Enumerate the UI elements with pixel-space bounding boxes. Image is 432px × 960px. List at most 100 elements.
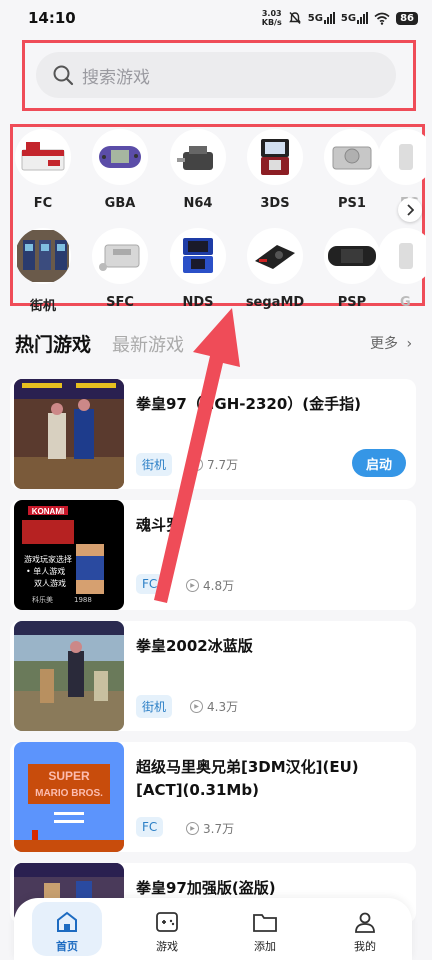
nds-icon	[183, 238, 213, 273]
tab-new-games[interactable]: 最新游戏	[112, 331, 184, 357]
console-partial-icon	[399, 144, 413, 170]
thumb-year: 1988	[74, 596, 92, 604]
platform-tag: FC	[136, 817, 164, 837]
thumb-publisher: 科乐美	[32, 595, 53, 604]
console-label: G	[400, 295, 411, 310]
game-card[interactable]: KONAMI 游戏玩家选择 • 单人游戏 双人游戏 科乐美 1988 魂斗罗 FC ▶ 4.…	[10, 500, 416, 610]
thumb-menu-text: 游戏玩家选择	[24, 554, 72, 564]
sfc-icon	[99, 244, 140, 271]
gba-icon	[99, 146, 141, 168]
status-icons: 3.03 KB/s 5G 5G 86	[262, 9, 418, 27]
net-speed: 3.03 KB/s	[262, 9, 282, 27]
play-count-value: 4.8万	[203, 579, 235, 593]
console-label: segaMD	[245, 295, 305, 310]
3ds-icon	[261, 139, 289, 175]
game-title: 魂斗罗	[136, 516, 182, 534]
game-title: 拳皇97加强版(盗版)	[136, 879, 276, 897]
search-icon	[53, 65, 74, 86]
play-count-value: 4.3万	[207, 700, 239, 714]
status-time: 14:10	[28, 9, 76, 27]
nav-label: 添加	[254, 940, 276, 953]
console-label: N64	[183, 196, 213, 211]
more-label: 更多	[370, 336, 398, 352]
console-gba[interactable]: GBA	[79, 129, 161, 211]
console-label: GBA	[104, 196, 136, 211]
play-count: ▶ 3.7万	[186, 820, 234, 837]
console-label: FC	[33, 196, 53, 211]
game-card[interactable]: SUPER MARIO BROS. 超级马里奥兄弟[3DM汉化](EU)[ACT]…	[10, 742, 416, 852]
game-title: 拳皇97（NGH-2320）(金手指)	[136, 395, 361, 413]
console-label: 3DS	[260, 196, 290, 211]
net-speed-unit: KB/s	[261, 18, 282, 27]
game-card[interactable]: 拳皇97（NGH-2320）(金手指) 街机 ▶ 7.7万 启动	[10, 379, 416, 489]
nav-profile[interactable]: 我的	[330, 898, 400, 960]
console-partial-2[interactable]: G	[378, 228, 426, 310]
wifi-icon	[374, 12, 390, 25]
console-next-button[interactable]	[398, 198, 422, 222]
game-thumbnail: KONAMI 游戏玩家选择 • 单人游戏 双人游戏 科乐美 1988	[14, 500, 124, 610]
console-n64[interactable]: N64	[157, 129, 239, 211]
nav-label: 游戏	[156, 940, 178, 953]
chevron-right-icon	[407, 204, 414, 216]
mute-bell-icon	[288, 12, 301, 24]
ps1-icon	[332, 146, 372, 170]
play-count-value: 3.7万	[203, 822, 235, 836]
famicom-icon	[21, 142, 65, 171]
play-count: ▶ 4.3万	[190, 698, 238, 715]
game-thumbnail: SUPER MARIO BROS.	[14, 742, 124, 852]
play-icon: ▶	[186, 822, 199, 835]
gamepad-icon	[156, 912, 178, 932]
play-count: ▶ 4.8万	[186, 577, 234, 594]
user-icon	[355, 912, 375, 933]
console-fc[interactable]: FC	[2, 129, 84, 211]
nav-games[interactable]: 游戏	[132, 898, 202, 960]
play-count: ▶ 7.7万	[190, 456, 238, 473]
tab-hot-games[interactable]: 热门游戏	[15, 330, 91, 357]
console-nds[interactable]: NDS	[157, 228, 239, 310]
nav-label: 首页	[56, 940, 78, 953]
play-icon: ▶	[190, 458, 203, 471]
psp-icon	[328, 246, 376, 266]
nav-add[interactable]: 添加	[230, 898, 300, 960]
game-title: 拳皇2002冰蓝版	[136, 637, 253, 655]
arcade-icon	[17, 230, 69, 282]
platform-tag: FC	[136, 574, 164, 594]
game-thumbnail	[14, 379, 124, 489]
net-speed-value: 3.03	[261, 9, 282, 18]
game-title: 超级马里奥兄弟[3DM汉化](EU)[ACT](0.31Mb)	[136, 758, 359, 799]
konami-logo-text: KONAMI	[32, 507, 64, 516]
console-label: NDS	[182, 295, 214, 310]
more-link[interactable]: 更多 ›	[370, 333, 412, 353]
folder-icon	[253, 914, 277, 932]
thumb-title-line1: SUPER	[48, 769, 90, 783]
status-bar: 14:10 3.03 KB/s 5G 5G 86	[0, 0, 432, 36]
n64-icon	[177, 146, 213, 170]
play-icon: ▶	[190, 700, 203, 713]
sim1-label: 5G	[307, 13, 323, 24]
nav-home[interactable]: 首页	[32, 902, 102, 956]
thumb-two-player: 双人游戏	[34, 578, 66, 588]
sim2-label: 5G	[340, 13, 357, 24]
launch-button[interactable]: 启动	[352, 449, 406, 477]
play-count-value: 7.7万	[207, 458, 239, 472]
search-input[interactable]: 搜索游戏	[36, 52, 396, 98]
sega-md-icon	[255, 245, 295, 269]
game-card[interactable]: 拳皇2002冰蓝版 街机 ▶ 4.3万	[10, 621, 416, 731]
battery-icon: 86	[396, 11, 418, 25]
console-label: SFC	[106, 295, 134, 310]
console-partial-1[interactable]: FC	[378, 129, 426, 211]
chevron-right-icon: ›	[406, 336, 413, 352]
console-partial-icon	[399, 243, 413, 269]
console-arcade[interactable]: 街机	[2, 228, 84, 314]
thumb-one-player: 单人游戏	[33, 566, 65, 576]
platform-tag: 街机	[136, 695, 173, 718]
play-icon: ▶	[186, 579, 199, 592]
sim2-signal-icon: 5G	[340, 12, 369, 24]
console-sfc[interactable]: SFC	[79, 228, 161, 310]
home-icon	[57, 911, 77, 932]
console-3ds[interactable]: 3DS	[234, 129, 316, 211]
game-thumbnail	[14, 621, 124, 731]
thumb-title-line2: MARIO BROS.	[35, 788, 103, 799]
console-segamd[interactable]: segaMD	[234, 228, 316, 310]
nav-label: 我的	[354, 940, 376, 953]
